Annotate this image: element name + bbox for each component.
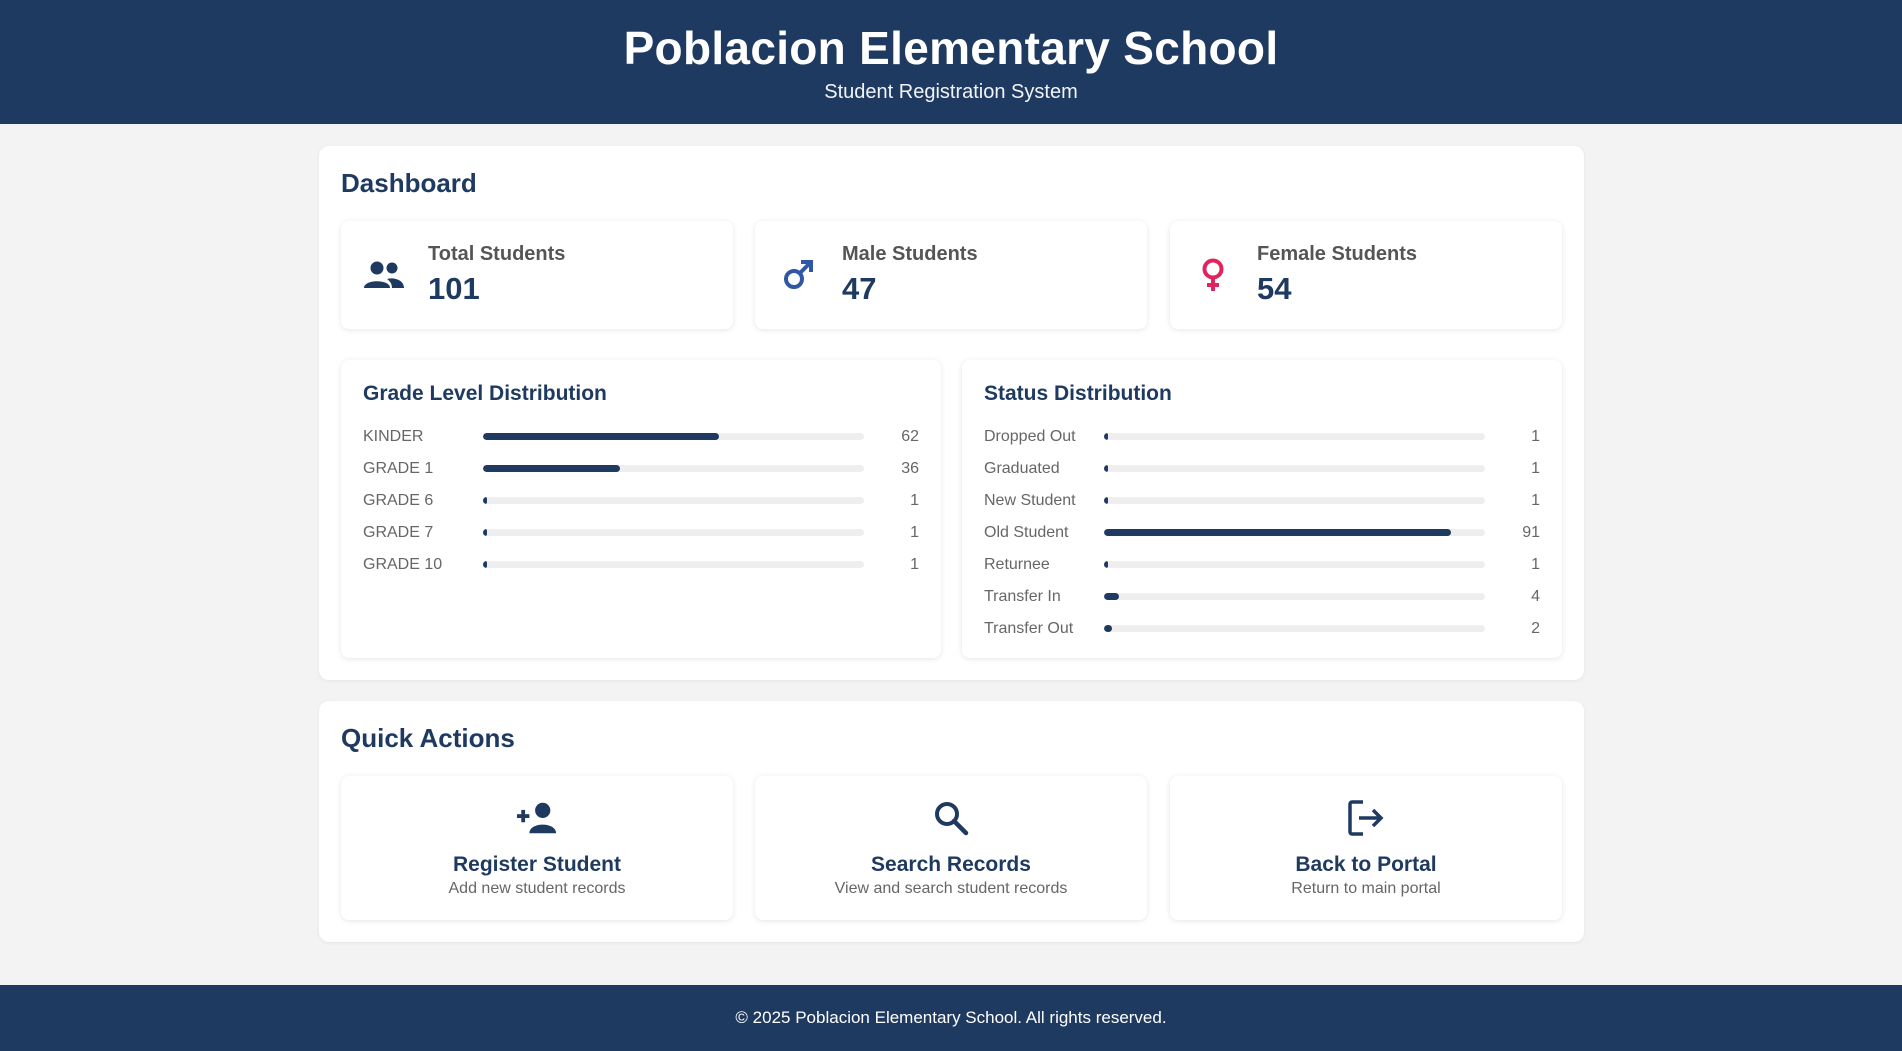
status-row-label: Transfer In: [984, 588, 1061, 605]
register-student-button[interactable]: Register Student Add new student records: [341, 776, 733, 920]
grade-row-count: 36: [901, 460, 919, 477]
status-row-track: [1104, 625, 1485, 632]
status-row-label: Dropped Out: [984, 428, 1076, 445]
register-student-title: Register Student: [452, 853, 622, 876]
grade-row: GRADE 1 36: [363, 454, 919, 486]
back-to-portal-desc: Return to main portal: [1291, 880, 1441, 897]
grade-row: GRADE 10 1: [363, 550, 919, 582]
status-row-label: Transfer Out: [984, 620, 1074, 637]
grade-row-track: [483, 561, 864, 568]
status-row-count: 2: [1531, 620, 1540, 637]
status-row-count: 1: [1531, 492, 1540, 509]
quick-actions-panel: Quick Actions Register Student Add new s…: [319, 701, 1584, 942]
copyright-text: © 2025 Poblacion Elementary School. All …: [735, 1008, 1167, 1027]
status-row-label: Graduated: [984, 460, 1060, 477]
status-row: Returnee 1: [984, 550, 1540, 582]
school-name: Poblacion Elementary School: [623, 22, 1279, 74]
female-students-card: Female Students 54: [1170, 221, 1562, 329]
female-students-label: Female Students: [1257, 243, 1418, 265]
grade-row-fill: [483, 561, 487, 568]
grade-row-track: [483, 433, 864, 440]
grade-row-count: 1: [910, 524, 919, 541]
status-row-track: [1104, 433, 1485, 440]
status-row-track: [1104, 465, 1485, 472]
status-row: Transfer In 4: [984, 582, 1540, 614]
search-records-desc: View and search student records: [834, 880, 1068, 897]
dashboard-title: Dashboard: [341, 168, 477, 198]
status-row-label: New Student: [984, 492, 1076, 509]
grade-distribution-rows: KINDER 62 GRADE 1 36 GRADE 6 1 GRADE 7 1…: [363, 422, 919, 582]
grade-row-count: 1: [910, 492, 919, 509]
status-row-label: Old Student: [984, 524, 1069, 541]
status-row-fill: [1104, 561, 1108, 568]
total-students-card: Total Students 101: [341, 221, 733, 329]
grade-row-track: [483, 497, 864, 504]
dashboard-panel: Dashboard Total Students 101 Male Studen…: [319, 146, 1584, 680]
grade-row-track: [483, 529, 864, 536]
status-row-fill: [1104, 625, 1112, 632]
status-row-track: [1104, 561, 1485, 568]
grade-row: KINDER 62: [363, 422, 919, 454]
grade-row-fill: [483, 497, 487, 504]
status-row-fill: [1104, 529, 1451, 536]
female-students-value: 54: [1257, 271, 1292, 306]
status-row: Transfer Out 2: [984, 614, 1540, 646]
group-icon: [363, 257, 405, 293]
grade-row-fill: [483, 465, 621, 472]
quick-actions-title: Quick Actions: [341, 723, 515, 753]
status-row-count: 91: [1522, 524, 1540, 541]
status-row-track: [1104, 497, 1485, 504]
grade-row-track: [483, 465, 864, 472]
status-row-label: Returnee: [984, 556, 1050, 573]
status-row: Dropped Out 1: [984, 422, 1540, 454]
back-to-portal-title: Back to Portal: [1295, 853, 1437, 876]
status-row: Old Student 91: [984, 518, 1540, 550]
search-records-button[interactable]: Search Records View and search student r…: [755, 776, 1147, 920]
back-to-portal-button[interactable]: Back to Portal Return to main portal: [1170, 776, 1562, 920]
status-distribution-rows: Dropped Out 1 Graduated 1 New Student 1 …: [984, 422, 1540, 646]
grade-row-fill: [483, 433, 720, 440]
status-distribution-title: Status Distribution: [984, 382, 1172, 405]
grade-row-count: 1: [910, 556, 919, 573]
status-row: New Student 1: [984, 486, 1540, 518]
male-students-card: Male Students 47: [755, 221, 1147, 329]
status-row-fill: [1104, 593, 1120, 600]
grade-row-count: 62: [901, 428, 919, 445]
site-header: Poblacion Elementary School Student Regi…: [0, 0, 1902, 124]
search-icon: [931, 798, 971, 838]
grade-row-label: GRADE 7: [363, 524, 434, 541]
system-subtitle: Student Registration System: [824, 81, 1078, 103]
status-row-count: 1: [1531, 460, 1540, 477]
grade-row: GRADE 7 1: [363, 518, 919, 550]
add-person-icon: [517, 798, 557, 838]
female-icon: [1192, 257, 1234, 293]
status-row-fill: [1104, 465, 1108, 472]
status-row: Graduated 1: [984, 454, 1540, 486]
grade-distribution-card: Grade Level Distribution KINDER 62 GRADE…: [341, 360, 941, 658]
logout-icon: [1346, 798, 1386, 838]
status-row-fill: [1104, 433, 1108, 440]
status-row-count: 1: [1531, 556, 1540, 573]
male-students-value: 47: [842, 271, 877, 306]
total-students-label: Total Students: [428, 243, 566, 265]
grade-row-label: GRADE 6: [363, 492, 434, 509]
grade-row-label: GRADE 1: [363, 460, 434, 477]
grade-row-label: GRADE 10: [363, 556, 443, 573]
status-row-count: 1: [1531, 428, 1540, 445]
grade-row-label: KINDER: [363, 428, 424, 445]
male-icon: [777, 257, 819, 293]
grade-row-fill: [483, 529, 487, 536]
total-students-value: 101: [428, 271, 480, 306]
status-distribution-card: Status Distribution Dropped Out 1 Gradua…: [962, 360, 1562, 658]
male-students-label: Male Students: [842, 243, 978, 265]
grade-row: GRADE 6 1: [363, 486, 919, 518]
grade-distribution-title: Grade Level Distribution: [363, 382, 607, 405]
status-row-fill: [1104, 497, 1108, 504]
status-row-count: 4: [1531, 588, 1540, 605]
status-row-track: [1104, 529, 1485, 536]
status-row-track: [1104, 593, 1485, 600]
register-student-desc: Add new student records: [448, 880, 626, 897]
site-footer: © 2025 Poblacion Elementary School. All …: [0, 985, 1902, 1051]
search-records-title: Search Records: [871, 853, 1031, 876]
